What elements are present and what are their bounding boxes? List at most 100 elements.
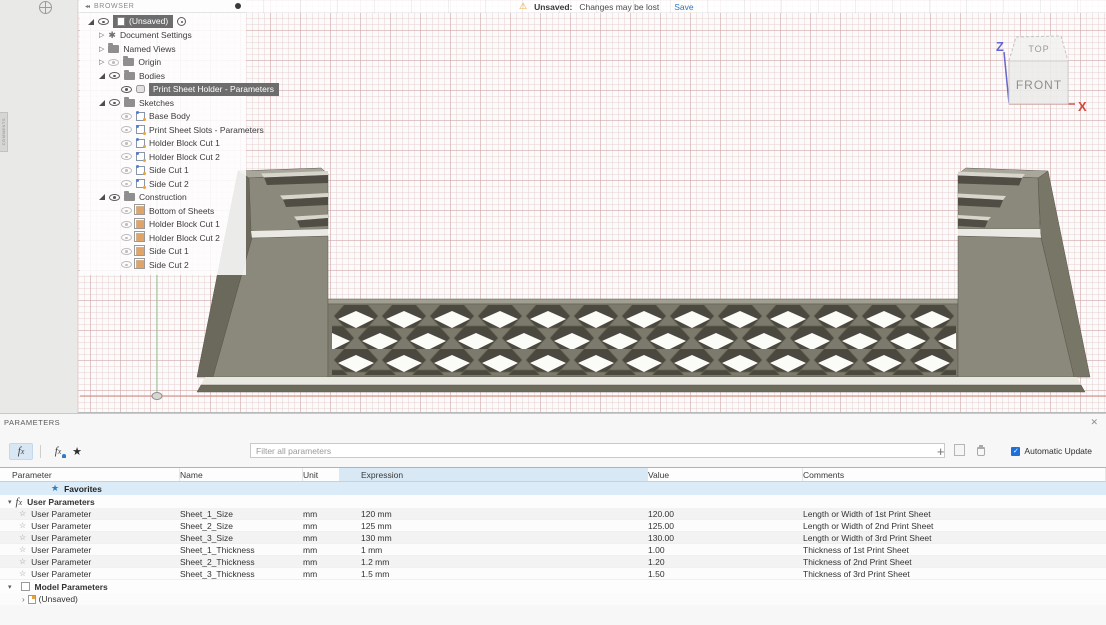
eye-icon[interactable] — [109, 99, 120, 106]
view-cube[interactable]: TOP FRONT Z X — [996, 36, 1087, 114]
filter-user-parameters-button[interactable]: fx — [48, 443, 68, 460]
delete-parameter-icon[interactable] — [977, 447, 985, 456]
eye-icon[interactable] — [121, 126, 132, 133]
browser-item-plane-holder-block-cut-1[interactable]: Holder Block Cut 1 — [80, 218, 246, 232]
filter-all-parameters-button[interactable]: fx — [9, 443, 33, 460]
parameter-name-cell[interactable]: Sheet_2_Thickness — [180, 557, 303, 567]
parameter-expression-cell[interactable]: 120 mm — [340, 509, 648, 519]
browser-item-sketch-side-cut-2[interactable]: Side Cut 2 — [80, 177, 246, 191]
model-parameters-unsaved-row[interactable]: › (Unsaved) — [0, 593, 1106, 605]
browser-item-origin[interactable]: ▷ Origin — [80, 56, 246, 70]
eye-icon[interactable] — [121, 221, 132, 228]
collapsed-icon[interactable]: ▷ — [99, 58, 104, 66]
copy-parameter-icon[interactable] — [956, 446, 965, 456]
eye-icon[interactable] — [121, 86, 132, 93]
expand-icon[interactable] — [99, 73, 105, 79]
parameter-name-cell[interactable]: Sheet_1_Size — [180, 509, 303, 519]
browser-item-sketch-holder-block-cut-1[interactable]: Holder Block Cut 1 — [80, 137, 246, 151]
favorite-star-icon[interactable]: ☆ — [19, 569, 26, 578]
browser-item-bodies[interactable]: Bodies — [80, 69, 246, 83]
view-cube-front-label[interactable]: FRONT — [1016, 78, 1062, 92]
eye-icon[interactable] — [109, 72, 120, 79]
parameter-comments-cell[interactable]: Thickness of 1st Print Sheet — [803, 545, 1106, 555]
column-header-name[interactable]: Name — [180, 468, 303, 481]
user-parameters-section-row[interactable]: ▾ fx User Parameters — [0, 495, 1106, 508]
browser-item-root[interactable]: (Unsaved) — [80, 15, 246, 29]
browser-item-body-print-sheet-holder[interactable]: Print Sheet Holder - Parameters — [80, 83, 246, 97]
eye-icon[interactable] — [121, 113, 132, 120]
parameter-comments-cell[interactable]: Thickness of 3rd Print Sheet — [803, 569, 1106, 579]
eye-icon[interactable] — [121, 207, 132, 214]
parameter-row[interactable]: ☆User Parameter Sheet_3_Thickness mm 1.5… — [0, 568, 1106, 580]
checkbox-checked-icon[interactable]: ✓ — [1011, 447, 1020, 456]
eye-icon[interactable] — [121, 234, 132, 241]
eye-icon[interactable] — [121, 261, 132, 268]
parameter-expression-cell[interactable]: 1.2 mm — [340, 557, 648, 567]
column-header-unit[interactable]: Unit — [303, 468, 340, 481]
browser-item-plane-side-cut-2[interactable]: Side Cut 2 — [80, 258, 246, 272]
favorite-star-icon[interactable]: ☆ — [19, 545, 26, 554]
favorite-star-icon[interactable]: ☆ — [19, 557, 26, 566]
eye-icon[interactable] — [121, 153, 132, 160]
favorite-star-icon[interactable]: ☆ — [19, 521, 26, 530]
chevron-right-icon[interactable]: › — [22, 595, 25, 604]
parameter-name-cell[interactable]: Sheet_1_Thickness — [180, 545, 303, 555]
parameter-name-cell[interactable]: Sheet_3_Size — [180, 533, 303, 543]
eye-icon[interactable] — [121, 140, 132, 147]
browser-item-sketch-holder-block-cut-2[interactable]: Holder Block Cut 2 — [80, 150, 246, 164]
browser-item-named-views[interactable]: ▷ Named Views — [80, 42, 246, 56]
browser-item-plane-side-cut-1[interactable]: Side Cut 1 — [80, 245, 246, 259]
chevron-down-icon[interactable]: ▾ — [8, 583, 12, 591]
parameter-expression-cell[interactable]: 125 mm — [340, 521, 648, 531]
column-header-parameter[interactable]: Parameter — [0, 468, 180, 481]
chevron-down-icon[interactable]: ▾ — [8, 498, 12, 506]
expand-icon[interactable] — [88, 19, 94, 25]
parameter-comments-cell[interactable]: Length or Width of 1st Print Sheet — [803, 509, 1106, 519]
close-icon[interactable]: ✕ — [1090, 417, 1098, 428]
automatic-update-toggle[interactable]: ✓ Automatic Update — [1011, 446, 1092, 456]
browser-item-plane-holder-block-cut-2[interactable]: Holder Block Cut 2 — [80, 231, 246, 245]
parameter-expression-cell[interactable]: 1 mm — [340, 545, 648, 555]
collapse-panel-icon[interactable]: ◂◂ — [85, 3, 89, 10]
browser-menu-icon[interactable] — [235, 3, 241, 9]
browser-item-sketch-side-cut-1[interactable]: Side Cut 1 — [80, 164, 246, 178]
parameter-expression-cell[interactable]: 130 mm — [340, 533, 648, 543]
parameter-row[interactable]: ☆User Parameter Sheet_3_Size mm 130 mm 1… — [0, 532, 1106, 544]
model-print-sheet-holder[interactable] — [197, 168, 1090, 392]
eye-icon[interactable] — [109, 194, 120, 201]
parameter-name-cell[interactable]: Sheet_3_Thickness — [180, 569, 303, 579]
parameter-name-cell[interactable]: Sheet_2_Size — [180, 521, 303, 531]
model-viewport[interactable]: TOP FRONT Z X COMMENTS ⚠ Unsaved: Change… — [0, 0, 1106, 413]
save-link[interactable]: Save — [674, 2, 693, 12]
browser-item-sketch-print-sheet-slots[interactable]: Print Sheet Slots - Parameters — [80, 123, 246, 137]
favorite-star-icon[interactable]: ☆ — [19, 509, 26, 518]
browser-item-sketches[interactable]: Sketches — [80, 96, 246, 110]
origin-marker[interactable] — [152, 393, 162, 400]
parameter-row[interactable]: ☆User Parameter Sheet_1_Thickness mm 1 m… — [0, 544, 1106, 556]
browser-item-sketch-base-body[interactable]: Base Body — [80, 110, 246, 124]
eye-icon[interactable] — [121, 248, 132, 255]
parameter-comments-cell[interactable]: Thickness of 2nd Print Sheet — [803, 557, 1106, 567]
parameter-comments-cell[interactable]: Length or Width of 3rd Print Sheet — [803, 533, 1106, 543]
favorite-star-icon[interactable]: ☆ — [19, 533, 26, 542]
filter-favorites-button[interactable]: ★ — [68, 443, 86, 460]
activate-target-icon[interactable] — [177, 17, 186, 26]
eye-icon[interactable] — [121, 167, 132, 174]
browser-item-document-settings[interactable]: ▷ ✱ Document Settings — [80, 29, 246, 43]
filter-parameters-input[interactable] — [250, 443, 945, 458]
eye-icon[interactable] — [98, 18, 109, 25]
expand-icon[interactable] — [99, 100, 105, 106]
eye-icon[interactable] — [121, 180, 132, 187]
parameter-expression-cell[interactable]: 1.5 mm — [340, 569, 648, 579]
favorites-row[interactable]: ★ Favorites — [0, 482, 1106, 495]
column-header-comments[interactable]: Comments — [803, 468, 1106, 481]
browser-item-plane-bottom-of-sheets[interactable]: Bottom of Sheets — [80, 204, 246, 218]
parameter-row[interactable]: ☆User Parameter Sheet_2_Thickness mm 1.2… — [0, 556, 1106, 568]
collapsed-icon[interactable]: ▷ — [99, 31, 104, 39]
add-parameter-icon[interactable]: + — [937, 445, 945, 458]
expand-icon[interactable] — [99, 194, 105, 200]
collapsed-icon[interactable]: ▷ — [99, 45, 104, 53]
eye-icon[interactable] — [108, 59, 119, 66]
column-header-value[interactable]: Value — [648, 468, 803, 481]
parameter-row[interactable]: ☆User Parameter Sheet_1_Size mm 120 mm 1… — [0, 508, 1106, 520]
